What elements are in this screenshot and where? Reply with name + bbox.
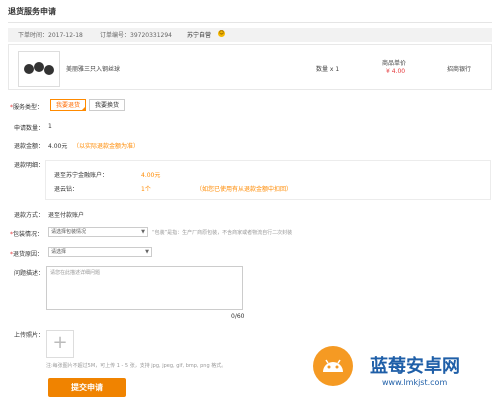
- issue-textarea[interactable]: 请您在此描述详细问题: [46, 266, 243, 310]
- price-label: 商品单价: [382, 60, 407, 67]
- order-number: 订单编号：39720331294: [100, 32, 172, 39]
- title-divider: [8, 22, 492, 23]
- add-photo-button[interactable]: +: [46, 330, 74, 358]
- exchange-option-button[interactable]: 我要换货: [89, 99, 125, 111]
- android-icon: [323, 359, 343, 372]
- chevron-down-icon: ▼: [141, 229, 145, 235]
- refund-detail-points-note: （如您已使用有从退款金额中扣回）: [196, 186, 293, 193]
- service-type-label: *服务类型：: [10, 104, 44, 111]
- photos-label: 上传照片：: [14, 332, 45, 339]
- apply-qty-label: 申请数量：: [14, 125, 45, 132]
- refund-detail-points-value: 1个: [141, 186, 151, 193]
- refund-method-value: 退至付款账户: [48, 212, 85, 219]
- watermark-logo-icon: [313, 346, 353, 386]
- package-note: “包装”是指：生产厂商原包装，不含商家或者物流自行二次封装: [152, 230, 293, 236]
- issue-label: 问题描述：: [14, 270, 45, 277]
- package-label: *包装情况：: [10, 231, 44, 238]
- watermark-site-name: 蓝莓安卓网: [370, 356, 460, 377]
- chevron-down-icon: ▼: [145, 249, 149, 255]
- submit-button[interactable]: 提交申请: [48, 378, 126, 397]
- store-name[interactable]: 苏宁自营: [187, 30, 211, 39]
- refund-method-label: 退款方式：: [14, 212, 45, 219]
- refund-amount-note: （以实际退款金额为准）: [73, 143, 140, 150]
- order-time: 下单时间：2017-12-18: [18, 32, 83, 39]
- issue-char-counter: 0/60: [231, 313, 245, 320]
- refund-detail-box: [45, 160, 491, 200]
- apply-qty-value: 1: [48, 123, 52, 130]
- refund-amount-value: 4.00元: [48, 143, 68, 150]
- refund-bank: 招商银行: [447, 66, 472, 73]
- product-image-ball: [34, 62, 44, 72]
- product-thumbnail[interactable]: [18, 51, 60, 87]
- service-type-label-text: 服务类型：: [13, 104, 44, 111]
- refund-detail-points-label: 退云钻：: [54, 186, 79, 193]
- product-price: ¥ 4.00: [386, 68, 406, 75]
- return-reason-select[interactable]: 请选择 ▼: [48, 247, 152, 257]
- return-reason-select-value: 请选择: [51, 249, 67, 255]
- product-image-ball: [24, 64, 34, 74]
- return-reason-label-text: 退货原因：: [13, 251, 44, 258]
- product-image-ball: [44, 65, 54, 75]
- package-label-text: 包装情况：: [13, 231, 44, 238]
- refund-detail-account-label: 退至苏宁金融账户：: [54, 172, 109, 179]
- refund-detail-account-value: 4.00元: [141, 172, 161, 179]
- product-name[interactable]: 美丽雅三只入钢丝球: [66, 64, 120, 73]
- page-title: 退货服务申请: [8, 7, 56, 16]
- package-select[interactable]: 请选择包装情况 ▼: [48, 227, 148, 237]
- refund-detail-label: 退款明细：: [14, 162, 45, 169]
- return-reason-label: *退货原因：: [10, 251, 44, 258]
- refund-amount-label: 退款金额：: [14, 143, 45, 150]
- package-select-value: 请选择包装情况: [51, 229, 87, 235]
- watermark-url: www.lmkjst.com: [382, 378, 448, 387]
- smile-icon: ☺: [218, 30, 225, 37]
- return-option-button[interactable]: 我要退货: [50, 99, 86, 111]
- product-quantity: 数量 x 1: [316, 66, 340, 73]
- photos-note: 注:每张图片不超过5M，可上传 1 - 5 张，支持 jpg, jpeg, gi…: [46, 363, 227, 369]
